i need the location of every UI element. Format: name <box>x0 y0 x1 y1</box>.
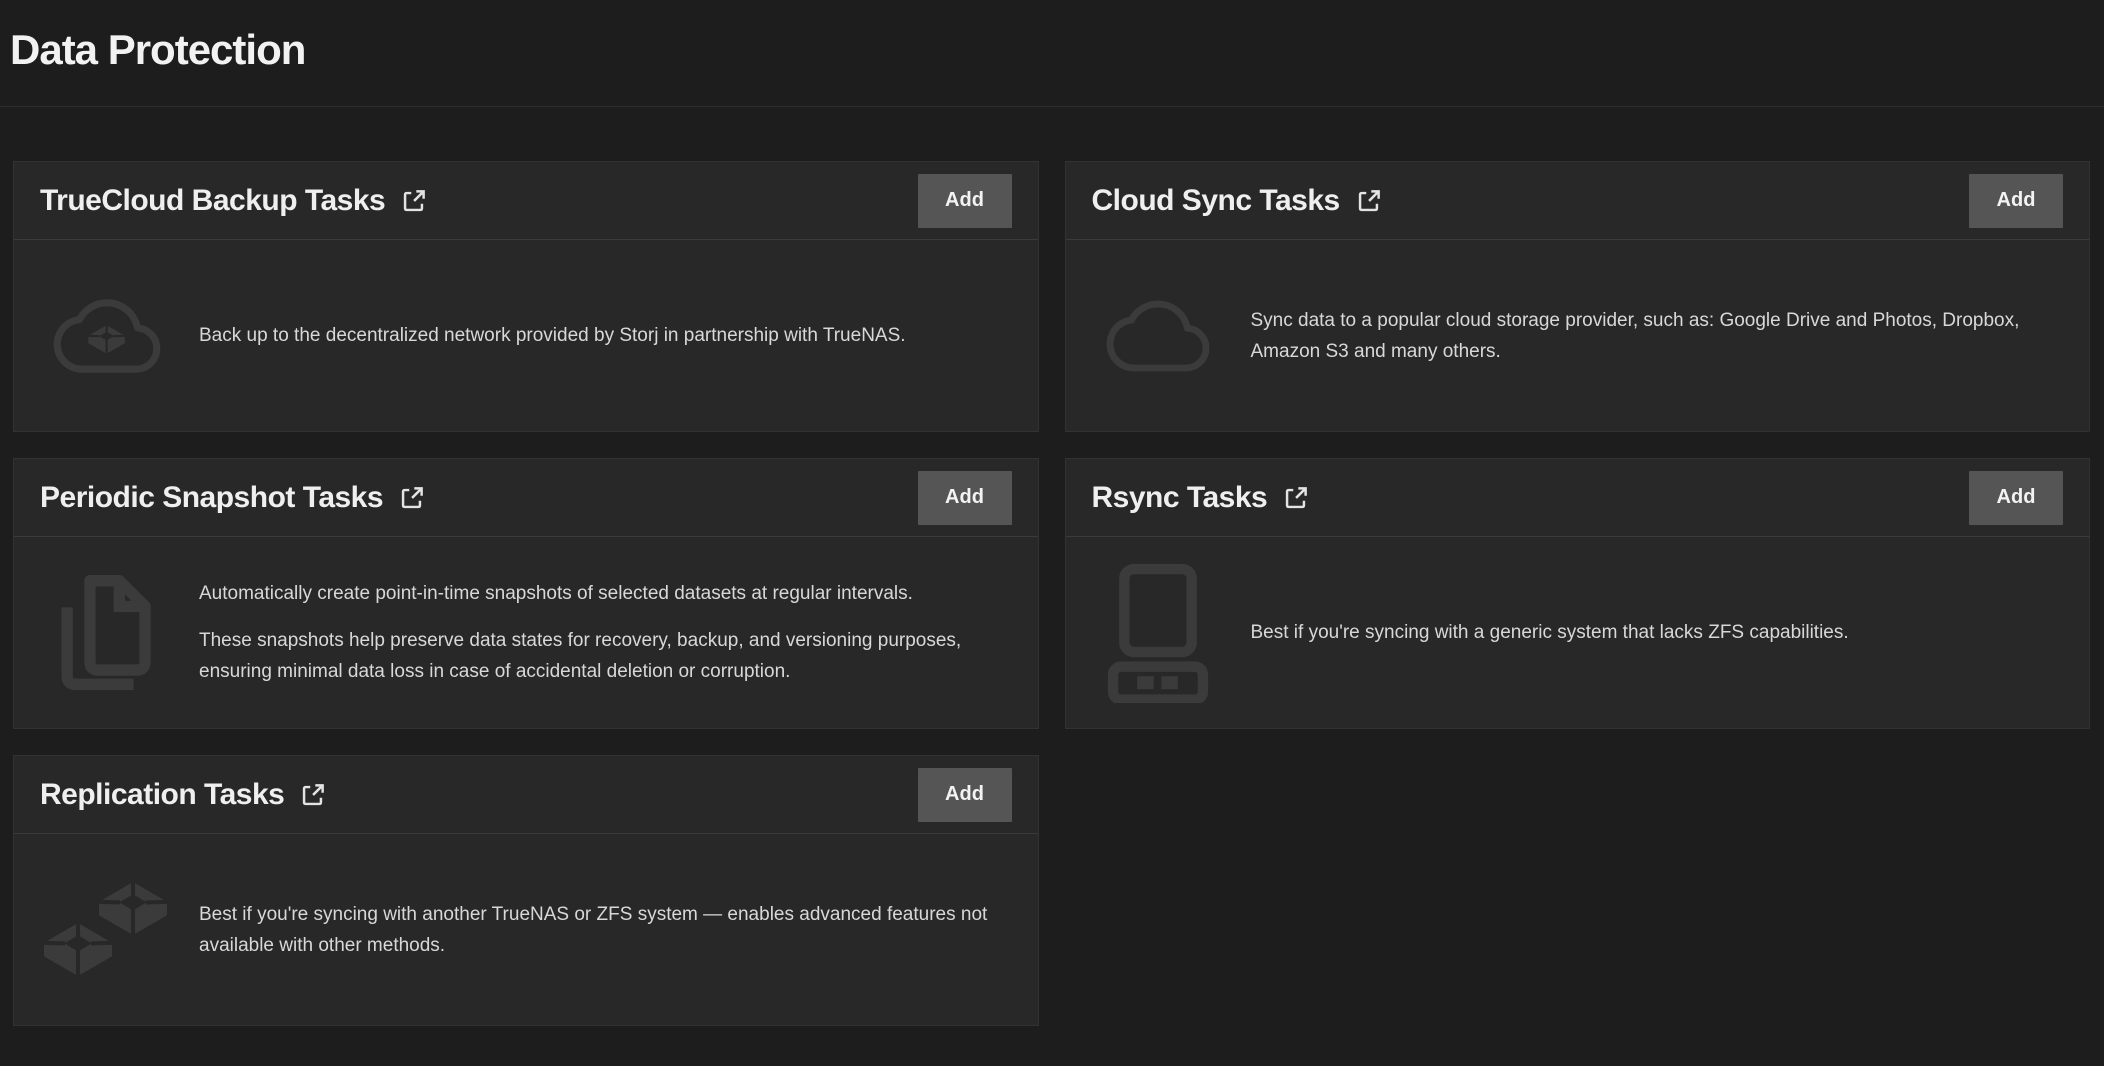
add-button[interactable]: Add <box>918 174 1012 228</box>
cards-grid: TrueCloud Backup Tasks Add Back up to th… <box>13 161 2090 1026</box>
card-description: Best if you're syncing with a generic sy… <box>1251 617 1849 648</box>
cloud-icon <box>1096 282 1221 390</box>
card-title-link[interactable]: TrueCloud Backup Tasks <box>40 184 427 218</box>
card-description: Best if you're syncing with another True… <box>199 899 1010 961</box>
card-header: Rsync Tasks Add <box>1066 459 2090 537</box>
replication-tasks-card: Replication Tasks Add Best if you're syn… <box>13 755 1039 1026</box>
card-title-text: Cloud Sync Tasks <box>1092 184 1340 218</box>
card-title-link[interactable]: Rsync Tasks <box>1092 481 1310 515</box>
card-title-text: Rsync Tasks <box>1092 481 1268 515</box>
card-description: Automatically create point-in-time snaps… <box>199 578 1010 687</box>
open-in-new-icon[interactable] <box>1282 485 1309 512</box>
card-title-link[interactable]: Cloud Sync Tasks <box>1092 184 1382 218</box>
card-header: TrueCloud Backup Tasks Add <box>14 162 1038 240</box>
card-description-line: Automatically create point-in-time snaps… <box>199 578 1010 609</box>
add-button[interactable]: Add <box>918 471 1012 525</box>
open-in-new-icon[interactable] <box>398 485 425 512</box>
card-description: Sync data to a popular cloud storage pro… <box>1251 305 2062 367</box>
periodic-snapshot-tasks-card: Periodic Snapshot Tasks Add Automaticall… <box>13 458 1039 729</box>
rsync-tasks-card: Rsync Tasks Add Best if you're syncing w… <box>1065 458 2091 729</box>
card-title-text: Periodic Snapshot Tasks <box>40 481 383 515</box>
card-body: Automatically create point-in-time snaps… <box>14 537 1038 728</box>
add-button[interactable]: Add <box>1969 174 2063 228</box>
card-description-line: Back up to the decentralized network pro… <box>199 320 906 351</box>
open-in-new-icon[interactable] <box>1355 188 1382 215</box>
open-in-new-icon[interactable] <box>400 188 427 215</box>
card-body: Best if you're syncing with another True… <box>14 834 1038 1025</box>
card-header: Replication Tasks Add <box>14 756 1038 834</box>
title-divider <box>0 106 2104 107</box>
page-header: Data Protection <box>0 26 2104 74</box>
card-description-line: These snapshots help preserve data state… <box>199 625 1010 687</box>
card-description: Back up to the decentralized network pro… <box>199 320 906 351</box>
card-description-line: Sync data to a popular cloud storage pro… <box>1251 305 2062 367</box>
card-title-link[interactable]: Periodic Snapshot Tasks <box>40 481 425 515</box>
card-description-line: Best if you're syncing with another True… <box>199 899 1010 961</box>
snapshot-documents-icon <box>44 571 169 695</box>
replication-boxes-icon <box>44 882 169 978</box>
card-body: Best if you're syncing with a generic sy… <box>1066 537 2090 728</box>
card-title-link[interactable]: Replication Tasks <box>40 778 326 812</box>
card-header: Periodic Snapshot Tasks Add <box>14 459 1038 537</box>
truecloud-backup-tasks-card: TrueCloud Backup Tasks Add Back up to th… <box>13 161 1039 432</box>
add-button[interactable]: Add <box>918 768 1012 822</box>
cloud-sync-tasks-card: Cloud Sync Tasks Add Sync data to a popu… <box>1065 161 2091 432</box>
card-title-text: TrueCloud Backup Tasks <box>40 184 385 218</box>
truecloud-storj-cloud-icon <box>44 280 169 392</box>
computer-icon <box>1096 563 1221 703</box>
card-header: Cloud Sync Tasks Add <box>1066 162 2090 240</box>
card-description-line: Best if you're syncing with a generic sy… <box>1251 617 1849 648</box>
add-button[interactable]: Add <box>1969 471 2063 525</box>
open-in-new-icon[interactable] <box>299 782 326 809</box>
card-body: Back up to the decentralized network pro… <box>14 240 1038 431</box>
card-body: Sync data to a popular cloud storage pro… <box>1066 240 2090 431</box>
card-title-text: Replication Tasks <box>40 778 284 812</box>
page-title: Data Protection <box>10 26 2094 74</box>
